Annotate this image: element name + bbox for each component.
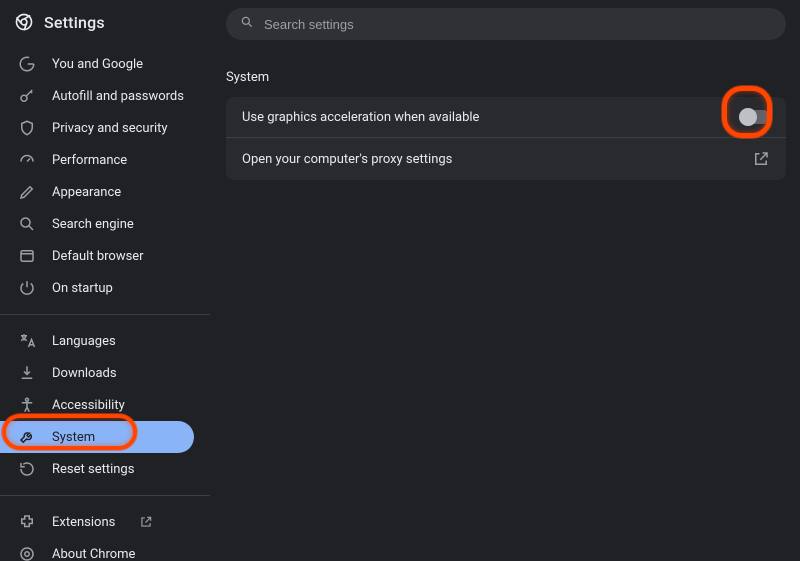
sidebar-item-performance[interactable]: Performance [0, 144, 210, 176]
sidebar-item-privacy[interactable]: Privacy and security [0, 112, 210, 144]
sidebar-item-system[interactable]: System [0, 421, 194, 453]
sidebar-item-label: Autofill and passwords [52, 89, 184, 104]
sidebar-item-default-browser[interactable]: Default browser [0, 240, 210, 272]
browser-icon [18, 247, 36, 265]
main-content: System Use graphics acceleration when av… [210, 0, 800, 561]
external-link-icon [752, 150, 770, 168]
settings-title: Settings [44, 13, 105, 32]
wrench-icon [18, 428, 36, 446]
row-proxy-settings[interactable]: Open your computer's proxy settings [226, 137, 786, 180]
row-label: Open your computer's proxy settings [242, 152, 452, 167]
sidebar-item-label: On startup [52, 281, 113, 296]
chrome-icon [14, 12, 34, 32]
search-icon [18, 215, 36, 233]
sidebar-item-label: Default browser [52, 249, 144, 264]
translate-icon [18, 332, 36, 350]
sidebar-item-label: You and Google [52, 57, 143, 72]
row-label: Use graphics acceleration when available [242, 110, 479, 125]
graphics-acceleration-toggle[interactable] [740, 110, 770, 124]
pencil-icon [18, 183, 36, 201]
sidebar-item-search-engine[interactable]: Search engine [0, 208, 210, 240]
sidebar-item-label: Reset settings [52, 462, 134, 477]
row-graphics-acceleration[interactable]: Use graphics acceleration when available [226, 97, 786, 137]
sidebar-item-label: Languages [52, 334, 116, 349]
search-bar[interactable] [226, 8, 786, 40]
sidebar-item-label: Privacy and security [52, 121, 168, 136]
nav-separator [0, 314, 210, 315]
nav-separator [0, 495, 210, 496]
sidebar-item-extensions[interactable]: Extensions [0, 506, 210, 538]
search-input[interactable] [264, 17, 772, 32]
sidebar-item-on-startup[interactable]: On startup [0, 272, 210, 304]
power-icon [18, 279, 36, 297]
download-icon [18, 364, 36, 382]
section-title: System [226, 70, 786, 85]
external-link-icon [139, 515, 153, 529]
key-icon [18, 87, 36, 105]
system-card: Use graphics acceleration when available… [226, 97, 786, 180]
search-icon [240, 15, 254, 33]
reset-icon [18, 460, 36, 478]
sidebar-item-you-and-google[interactable]: You and Google [0, 48, 210, 80]
sidebar-item-label: Extensions [52, 515, 115, 530]
sidebar-item-label: Downloads [52, 366, 117, 381]
sidebar-item-reset[interactable]: Reset settings [0, 453, 210, 485]
speedometer-icon [18, 151, 36, 169]
nav: You and Google Autofill and passwords Pr… [0, 46, 210, 561]
toggle-knob [739, 108, 757, 126]
sidebar-item-label: Accessibility [52, 398, 125, 413]
settings-header: Settings [0, 0, 210, 46]
sidebar-item-label: Performance [52, 153, 127, 168]
sidebar-item-languages[interactable]: Languages [0, 325, 210, 357]
sidebar-item-label: Search engine [52, 217, 134, 232]
sidebar-item-label: System [52, 430, 95, 445]
sidebar-item-label: Appearance [52, 185, 121, 200]
accessibility-icon [18, 396, 36, 414]
sidebar-item-appearance[interactable]: Appearance [0, 176, 210, 208]
sidebar-item-autofill[interactable]: Autofill and passwords [0, 80, 210, 112]
sidebar: Settings You and Google Autofill and pas… [0, 0, 210, 561]
sidebar-item-about[interactable]: About Chrome [0, 538, 210, 561]
chrome-outline-icon [18, 545, 36, 561]
google-g-icon [18, 55, 36, 73]
sidebar-item-downloads[interactable]: Downloads [0, 357, 210, 389]
sidebar-item-label: About Chrome [52, 547, 135, 561]
shield-icon [18, 119, 36, 137]
extension-icon [18, 513, 36, 531]
sidebar-item-accessibility[interactable]: Accessibility [0, 389, 210, 421]
